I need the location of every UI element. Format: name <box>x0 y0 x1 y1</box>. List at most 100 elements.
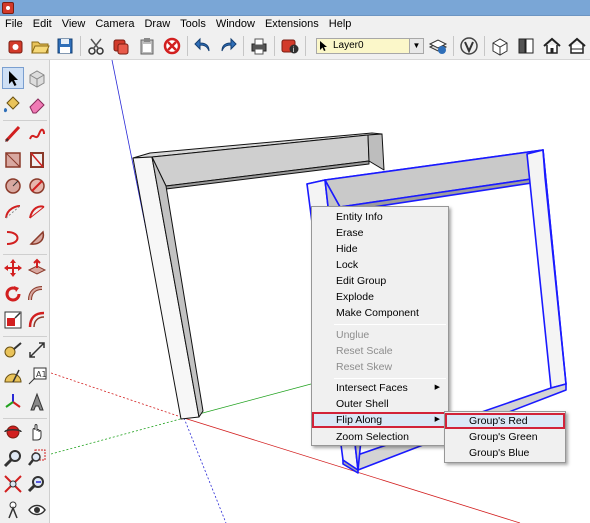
scale-tool-icon[interactable] <box>3 310 23 330</box>
tape-measure-tool-icon[interactable] <box>3 340 23 360</box>
main-toolbar: i Layer0 ▼ <box>0 32 590 60</box>
look-around-tool-icon[interactable] <box>27 500 47 520</box>
new-file-icon[interactable] <box>6 36 26 56</box>
sketchup-app-icon[interactable] <box>2 2 14 14</box>
green-axis-dashed-line <box>51 417 185 455</box>
save-icon[interactable] <box>55 36 75 56</box>
submenu-item-groups-green[interactable]: Group's Green <box>445 429 565 445</box>
move-tool-icon[interactable] <box>3 258 23 278</box>
model-info-icon[interactable]: i <box>280 36 300 56</box>
select-tool-icon[interactable] <box>2 67 24 89</box>
menu-extensions[interactable]: Extensions <box>260 16 324 32</box>
menu-window[interactable]: Window <box>211 16 260 32</box>
menu-view[interactable]: View <box>57 16 91 32</box>
rotate-tool-icon[interactable] <box>3 284 23 304</box>
arc-tool-icon[interactable] <box>3 202 23 222</box>
tool-palette: A1 <box>0 60 50 523</box>
offset-tool-icon[interactable] <box>27 310 47 330</box>
three-point-arc-tool-icon[interactable] <box>3 228 23 248</box>
green-axis-line <box>183 383 312 419</box>
open-folder-icon[interactable] <box>30 36 50 56</box>
menu-item-hide[interactable]: Hide <box>312 241 448 257</box>
submenu-arrow-icon: ▶ <box>434 416 440 423</box>
copy-icon[interactable] <box>111 36 131 56</box>
submenu-arrow-icon: ▶ <box>434 384 440 391</box>
menu-draw[interactable]: Draw <box>139 16 175 32</box>
erase-icon[interactable] <box>162 36 182 56</box>
menu-item-reset-skew: Reset Skew <box>336 361 393 373</box>
menu-item-explode[interactable]: Explode <box>312 289 448 305</box>
svg-text:i: i <box>293 46 295 54</box>
dimension-tool-icon[interactable] <box>27 340 47 360</box>
submenu-item-groups-red[interactable]: Group's Red <box>445 413 565 429</box>
rotated-rectangle-tool-icon[interactable] <box>27 150 47 170</box>
menu-item-unglue: Unglue <box>336 329 370 341</box>
previous-view-tool-icon[interactable] <box>27 474 47 494</box>
rectangle-tool-icon[interactable] <box>3 150 23 170</box>
title-bar <box>0 0 590 16</box>
paste-icon[interactable] <box>137 36 157 56</box>
polygon-tool-icon[interactable] <box>27 176 47 196</box>
menu-edit[interactable]: Edit <box>28 16 57 32</box>
svg-text:A1: A1 <box>36 370 47 379</box>
paint-bucket-tool-icon[interactable] <box>3 94 23 114</box>
menu-item-zoom-selection[interactable]: Zoom Selection <box>312 429 448 445</box>
context-menu: Entity Info Erase Hide Lock Edit Group E… <box>311 206 449 446</box>
menu-item-lock[interactable]: Lock <box>312 257 448 273</box>
menu-item-edit-group[interactable]: Edit Group <box>312 273 448 289</box>
menu-item-outer-shell[interactable]: Outer Shell <box>312 396 448 412</box>
menu-item-flip-along[interactable]: Flip Along ▶ <box>312 412 448 428</box>
home-icon[interactable] <box>542 36 562 56</box>
freehand-tool-icon[interactable] <box>27 124 47 144</box>
menu-bar: File Edit View Camera Draw Tools Window … <box>0 16 590 32</box>
chevron-down-icon[interactable]: ▼ <box>409 39 423 53</box>
position-camera-tool-icon[interactable] <box>3 500 23 520</box>
two-point-arc-tool-icon[interactable] <box>27 202 47 222</box>
zoom-extents-tool-icon[interactable] <box>3 474 23 494</box>
cut-icon[interactable] <box>86 36 106 56</box>
menu-item-erase[interactable]: Erase <box>312 225 448 241</box>
zoom-tool-icon[interactable] <box>3 448 23 468</box>
text-tool-icon[interactable]: A1 <box>27 366 47 386</box>
menu-item-label: Flip Along <box>336 414 383 426</box>
extension-warehouse-icon[interactable] <box>459 36 479 56</box>
menu-item-make-component[interactable]: Make Component <box>312 305 448 321</box>
line-tool-icon[interactable] <box>3 124 23 144</box>
menu-tools[interactable]: Tools <box>175 16 211 32</box>
menu-separator <box>334 324 446 325</box>
push-pull-tool-icon[interactable] <box>27 258 47 278</box>
3d-warehouse-icon[interactable] <box>490 36 510 56</box>
axes-tool-icon[interactable] <box>3 392 23 412</box>
menu-item-label: Intersect Faces <box>336 382 408 394</box>
menu-camera[interactable]: Camera <box>90 16 139 32</box>
3d-text-tool-icon[interactable] <box>27 392 47 412</box>
undo-icon[interactable] <box>193 36 213 56</box>
menu-item-reset-scale: Reset Scale <box>336 345 393 357</box>
menu-help[interactable]: Help <box>324 16 357 32</box>
red-axis-dashed-line <box>51 372 185 419</box>
print-icon[interactable] <box>249 36 269 56</box>
protractor-tool-icon[interactable] <box>3 366 23 386</box>
menu-item-intersect-faces[interactable]: Intersect Faces ▶ <box>312 380 448 396</box>
submenu-item-groups-blue[interactable]: Group's Blue <box>445 445 565 461</box>
follow-me-tool-icon[interactable] <box>27 284 47 304</box>
make-component-tool-icon[interactable] <box>27 68 47 88</box>
redo-icon[interactable] <box>218 36 238 56</box>
layer-dropdown-value: Layer0 <box>333 40 364 51</box>
cursor-icon <box>320 41 327 51</box>
flip-along-submenu: Group's Red Group's Green Group's Blue <box>444 411 566 463</box>
menu-file[interactable]: File <box>0 16 28 32</box>
blue-axis-dashed-line <box>183 417 227 523</box>
menu-separator <box>334 378 446 379</box>
pie-tool-icon[interactable] <box>27 228 47 248</box>
circle-tool-icon[interactable] <box>3 176 23 196</box>
zoom-window-tool-icon[interactable] <box>27 448 47 468</box>
components-icon[interactable] <box>516 36 536 56</box>
layer-manager-icon[interactable] <box>428 36 448 56</box>
layer-dropdown[interactable]: Layer0 ▼ <box>316 38 424 54</box>
eraser-tool-icon[interactable] <box>27 94 47 114</box>
menu-item-entity-info[interactable]: Entity Info <box>312 209 448 225</box>
orbit-tool-icon[interactable] <box>3 422 23 442</box>
pan-tool-icon[interactable] <box>27 422 47 442</box>
house-outline-icon[interactable] <box>567 36 587 56</box>
